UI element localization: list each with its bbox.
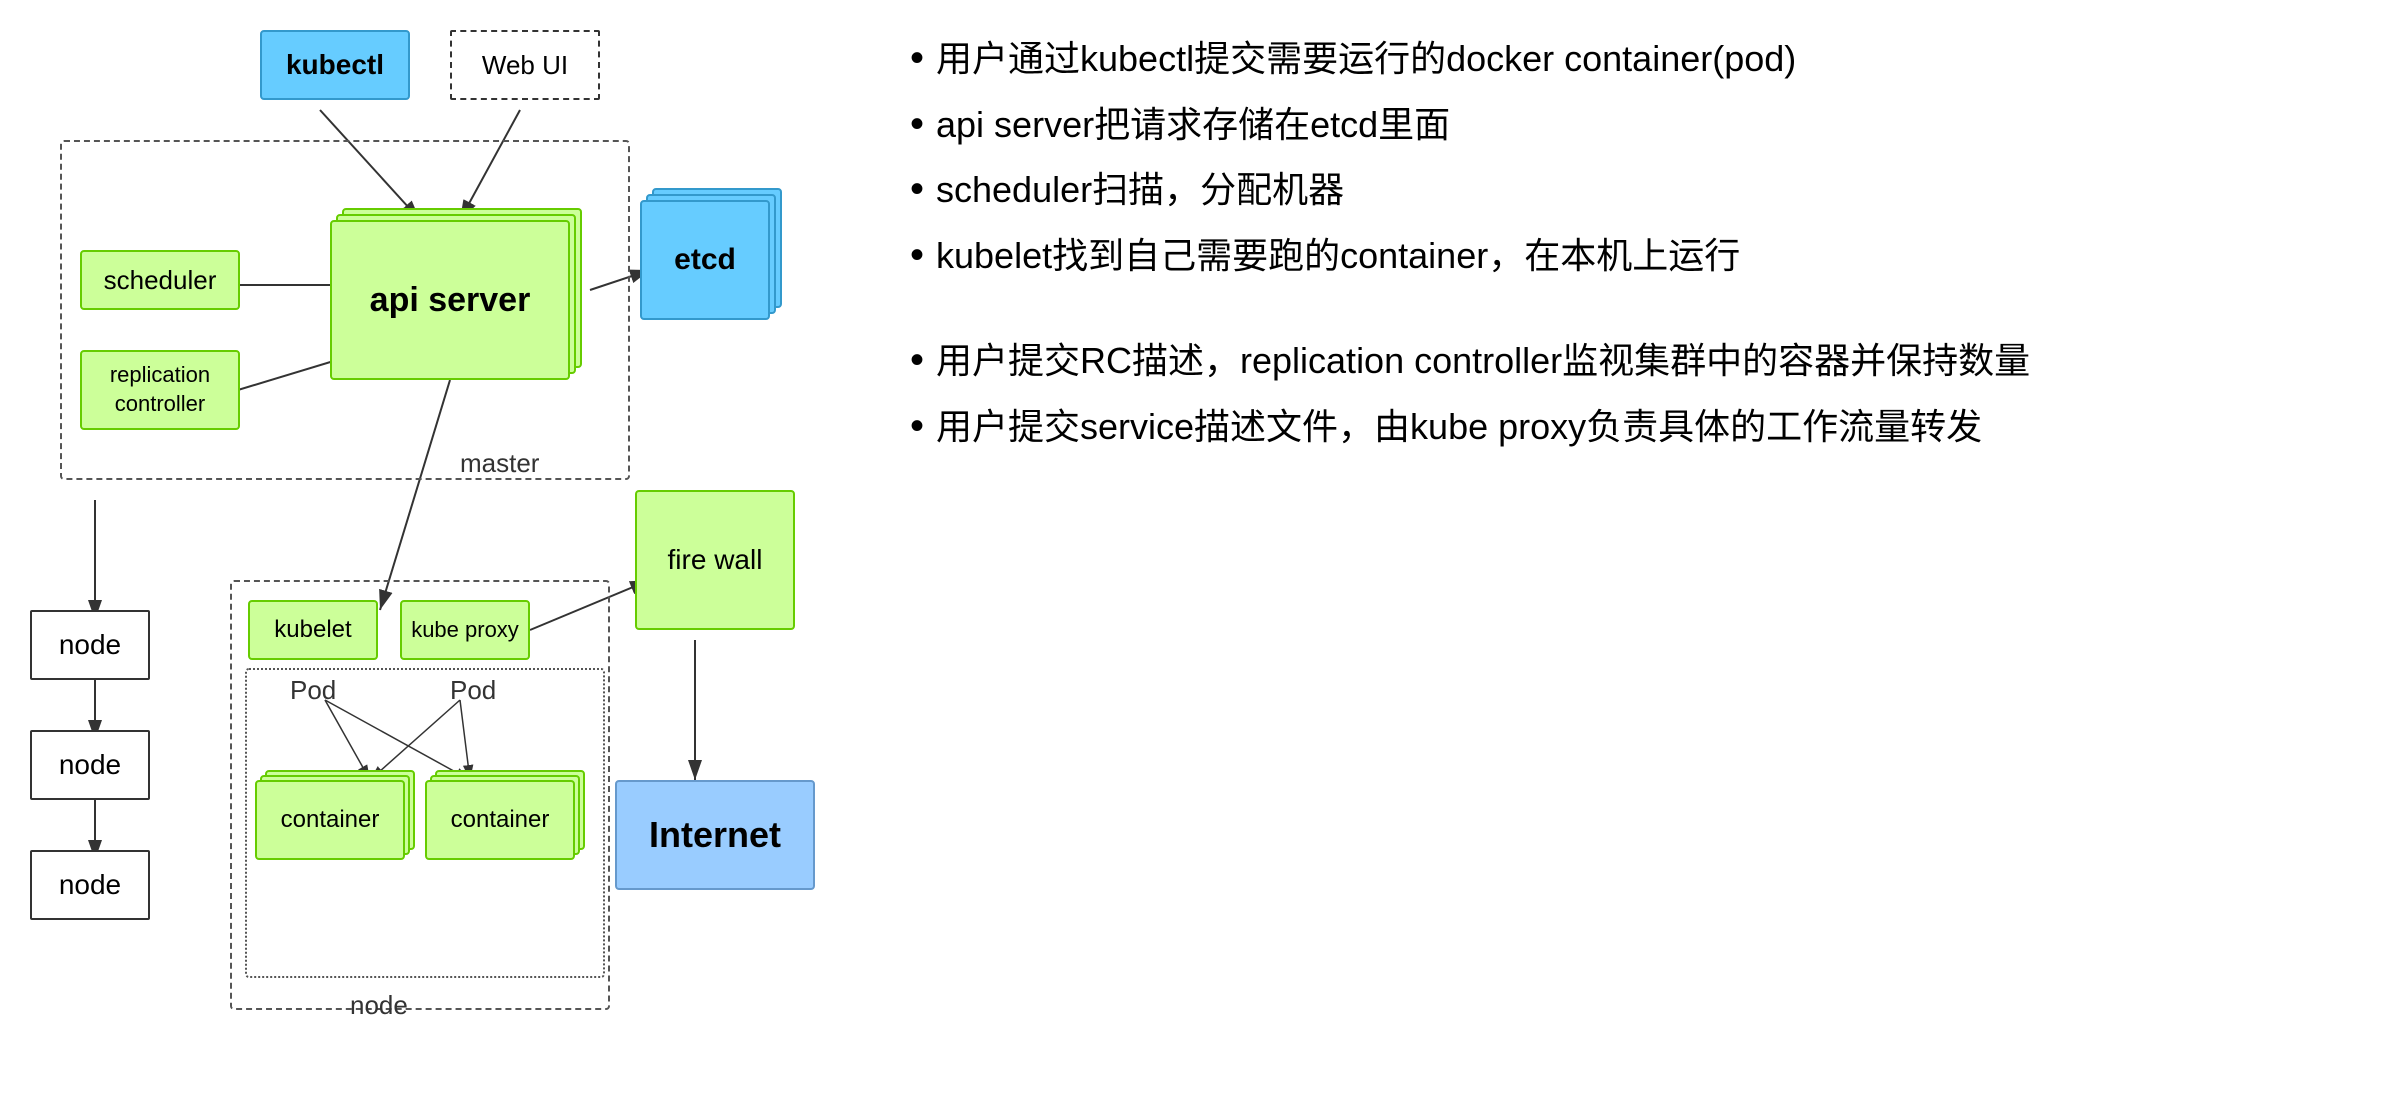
pod2-label: Pod <box>450 675 496 706</box>
internet-box: Internet <box>615 780 815 890</box>
diagram-area: kubectl Web UI master scheduler replicat… <box>30 20 850 1084</box>
bullet-4: kubelet找到自己需要跑的container，在本机上运行 <box>910 227 2362 285</box>
node-box-1: node <box>30 610 150 680</box>
scheduler-box: scheduler <box>80 250 240 310</box>
container2-stacked: container <box>425 780 575 860</box>
bullet-2: api server把请求存储在etcd里面 <box>910 96 2362 154</box>
bullet-3: scheduler扫描，分配机器 <box>910 161 2362 219</box>
kubectl-box: kubectl <box>260 30 410 100</box>
pod1-label: Pod <box>290 675 336 706</box>
bullet-1: 用户通过kubectl提交需要运行的docker container(pod) <box>910 30 2362 88</box>
apiserver-front: api server <box>330 220 570 380</box>
apiserver-stacked: api server <box>330 220 570 380</box>
node-box-2: node <box>30 730 150 800</box>
container2-front: container <box>425 780 575 860</box>
bullet-6: 用户提交service描述文件，由kube proxy负责具体的工作流量转发 <box>910 398 2362 456</box>
node-bottom-label: node <box>350 990 408 1021</box>
text-area: 用户通过kubectl提交需要运行的docker container(pod) … <box>850 20 2362 1084</box>
firewall-box: fire wall <box>635 490 795 630</box>
etcd-stacked: etcd <box>640 200 770 320</box>
kubeproxy-box: kube proxy <box>400 600 530 660</box>
container1-stacked: container <box>255 780 405 860</box>
replication-controller-box: replicationcontroller <box>80 350 240 430</box>
master-label: master <box>460 448 539 479</box>
bullet-5: 用户提交RC描述，replication controller监视集群中的容器并… <box>910 332 2362 390</box>
webui-box: Web UI <box>450 30 600 100</box>
node-box-3: node <box>30 850 150 920</box>
kubelet-box: kubelet <box>248 600 378 660</box>
etcd-front: etcd <box>640 200 770 320</box>
container1-front: container <box>255 780 405 860</box>
